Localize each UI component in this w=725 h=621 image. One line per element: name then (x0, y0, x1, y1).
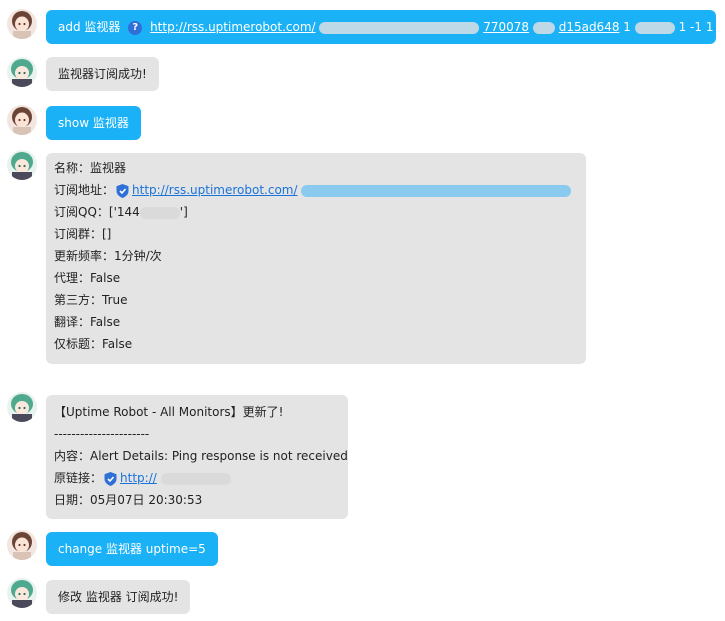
redacted-area (160, 472, 231, 485)
info-url-label: 订阅地址： (54, 183, 115, 197)
message-update-notice: 【Uptime Robot - All Monitors】更新了! ------… (46, 395, 348, 519)
info-url-link[interactable]: http://rss.uptimerobot.com/ (132, 183, 298, 197)
user-avatar (7, 9, 37, 39)
message-add-monitor: add 监视器 ? http://rss.uptimerobot.com/ 77… (46, 10, 716, 44)
message-text: show 监视器 (58, 116, 129, 130)
info-third-party: 第三方：True (54, 293, 128, 307)
bot-avatar-icon (7, 57, 37, 87)
message-text: 修改 监视器 订阅成功! (58, 590, 179, 604)
info-qq-label: 订阅QQ：['144 (54, 205, 140, 219)
message-text: change 监视器 uptime=5 (58, 542, 206, 556)
user-avatar (7, 530, 37, 560)
message-subscribe-success: 监视器订阅成功! (46, 57, 159, 91)
info-frequency: 更新频率：1分钟/次 (54, 249, 162, 263)
question-circle-icon: ? (128, 20, 143, 35)
notice-link-row: 原链接： http:// (54, 467, 340, 489)
message-show-monitor: show 监视器 (46, 106, 141, 140)
message-text: add 监视器 (58, 20, 121, 34)
redacted-area (634, 21, 675, 34)
redacted-area (301, 184, 572, 197)
info-translate: 翻译：False (54, 315, 121, 329)
message-text: 监视器订阅成功! (58, 67, 147, 81)
user-avatar-icon (7, 9, 37, 39)
redacted-area (139, 206, 180, 219)
bot-avatar-icon (7, 578, 37, 608)
rss-link[interactable]: http://rss.uptimerobot.com/ (150, 20, 316, 34)
user-avatar (7, 105, 37, 135)
notice-header: 【Uptime Robot - All Monitors】更新了! (54, 405, 284, 419)
notice-content: 内容：Alert Details: Ping response is not r… (54, 449, 348, 463)
redacted-area (532, 21, 555, 34)
bot-avatar (7, 150, 37, 180)
message-change-monitor: change 监视器 uptime=5 (46, 532, 218, 566)
bot-avatar (7, 57, 37, 87)
message-monitor-info: 名称：监视器 订阅地址： http://rss.uptimerobot.com/… (46, 153, 586, 364)
message-args-2: 1 -1 1 0 1 (678, 20, 716, 34)
rss-link-tail[interactable]: 770078 (483, 20, 529, 34)
shield-icon (104, 471, 117, 486)
bot-avatar-icon (7, 392, 37, 422)
user-avatar-icon (7, 530, 37, 560)
info-url: 订阅地址： http://rss.uptimerobot.com/ (54, 179, 578, 201)
message-args: 1 (623, 20, 631, 34)
rss-link-tail-2[interactable]: d15ad648 (559, 20, 620, 34)
info-proxy: 代理：False (54, 271, 121, 285)
info-title-only: 仅标题：False (54, 337, 133, 351)
bot-avatar-icon (7, 150, 37, 180)
info-qq: 订阅QQ：['144 '] (54, 201, 578, 223)
notice-date: 日期：05月07日 20:30:53 (54, 493, 203, 507)
info-name: 名称：监视器 (54, 161, 127, 175)
user-avatar-icon (7, 105, 37, 135)
redacted-area (319, 21, 480, 34)
bot-avatar (7, 392, 37, 422)
info-qq-close: '] (179, 205, 188, 219)
info-group: 订阅群：[] (54, 227, 112, 241)
notice-link-label: 原链接： (54, 471, 103, 485)
notice-divider: ---------------------- (54, 427, 150, 441)
shield-icon (116, 183, 129, 198)
notice-link[interactable]: http:// (120, 471, 157, 485)
bot-avatar (7, 578, 37, 608)
message-modify-success: 修改 监视器 订阅成功! (46, 580, 191, 614)
